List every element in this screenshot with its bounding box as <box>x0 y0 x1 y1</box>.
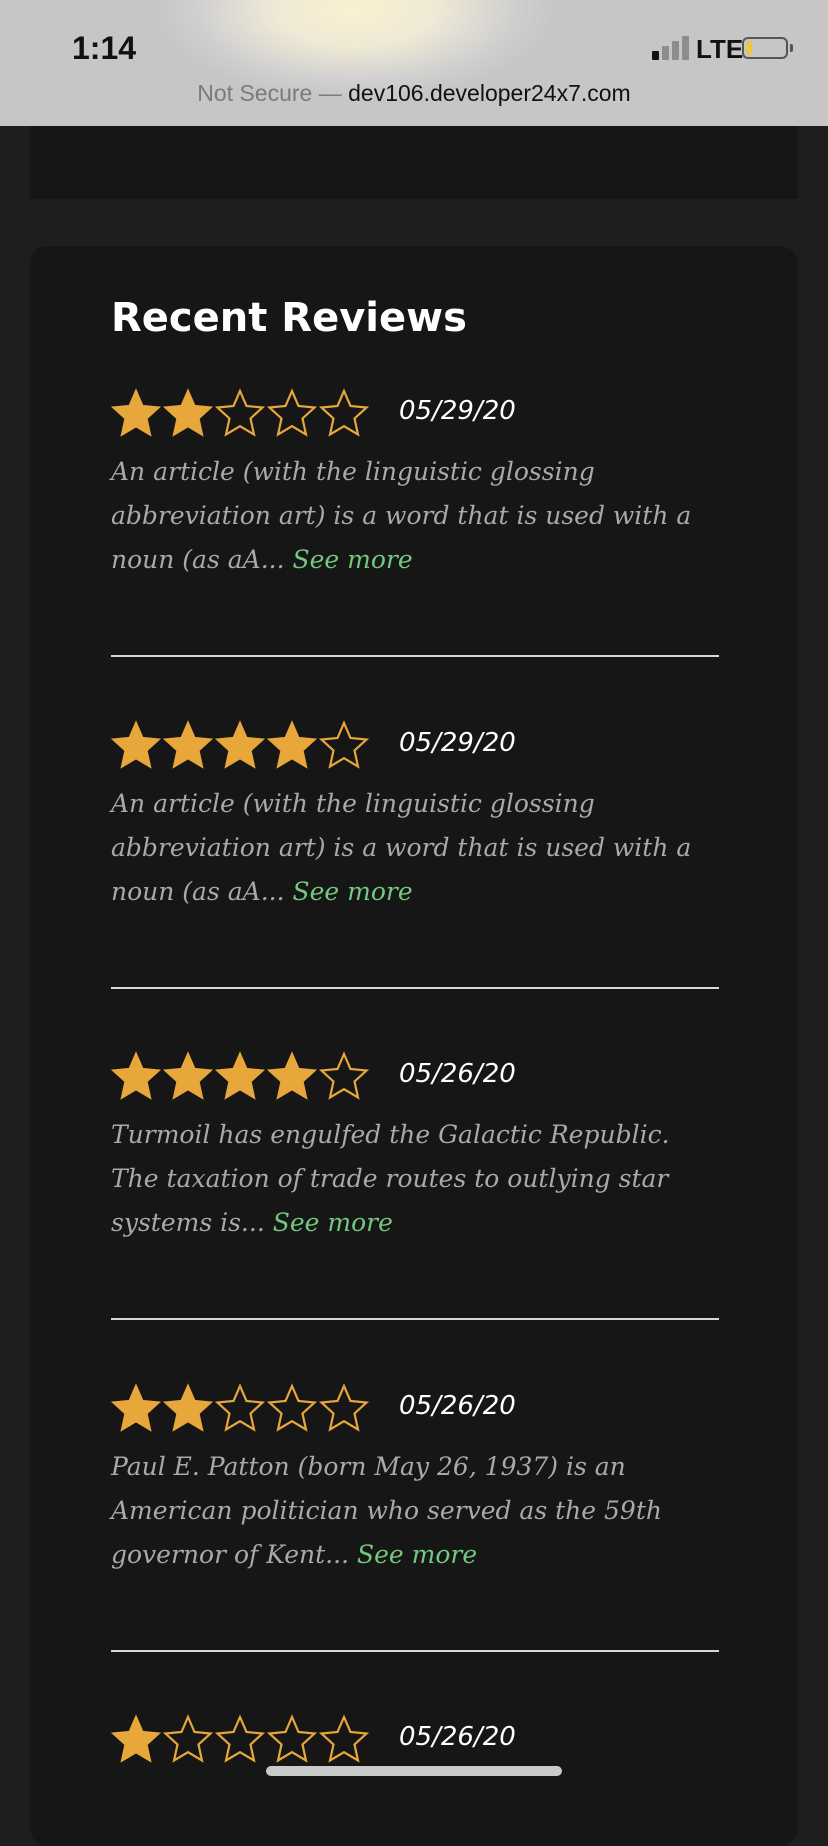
star-filled-icon <box>110 720 162 770</box>
see-more-link[interactable]: See more <box>273 1208 393 1237</box>
star-filled-icon <box>110 1051 162 1101</box>
battery-tip <box>790 44 793 52</box>
see-more-link[interactable]: See more <box>293 877 413 906</box>
review-text: Turmoil has engulfed the Galactic Republ… <box>111 1113 719 1245</box>
star-filled-icon <box>162 1051 214 1101</box>
review-text: An article (with the linguistic glossing… <box>111 450 719 582</box>
star-filled-icon <box>162 1383 214 1433</box>
security-label: Not Secure <box>197 80 313 106</box>
star-filled-icon <box>162 720 214 770</box>
review-divider <box>111 1318 719 1320</box>
star-empty-icon <box>162 1714 214 1764</box>
star-filled-icon <box>214 1051 266 1101</box>
star-empty-icon <box>318 1051 370 1101</box>
review-date: 05/26/20 <box>399 1391 516 1421</box>
review-date: 05/29/20 <box>399 728 516 758</box>
previous-card <box>30 126 798 199</box>
star-filled-icon <box>110 388 162 438</box>
see-more-link[interactable]: See more <box>357 1540 477 1569</box>
url-host: dev106.developer24x7.com <box>348 80 631 106</box>
star-empty-icon <box>318 1383 370 1433</box>
review-divider <box>111 655 719 657</box>
star-filled-icon <box>110 1383 162 1433</box>
star-filled-icon <box>266 720 318 770</box>
star-empty-icon <box>318 720 370 770</box>
star-filled-icon <box>162 388 214 438</box>
network-label: LTE <box>696 34 744 64</box>
home-indicator <box>266 1766 562 1776</box>
review-divider <box>111 1650 719 1652</box>
star-empty-icon <box>318 1714 370 1764</box>
star-empty-icon <box>318 388 370 438</box>
star-empty-icon <box>214 388 266 438</box>
star-empty-icon <box>266 388 318 438</box>
signal-icon <box>652 36 692 60</box>
address-bar[interactable]: Not Secure — dev106.developer24x7.com <box>0 80 828 107</box>
review-divider <box>111 987 719 989</box>
review-date: 05/26/20 <box>399 1059 516 1089</box>
star-filled-icon <box>214 720 266 770</box>
status-bar: 1:14 LTE Not Secure — dev106.developer24… <box>0 0 828 126</box>
url-separator: — <box>318 80 342 106</box>
review-date: 05/29/20 <box>399 396 516 426</box>
review-text: An article (with the linguistic glossing… <box>111 782 719 914</box>
star-empty-icon <box>214 1714 266 1764</box>
battery-icon <box>742 37 788 59</box>
review-date: 05/26/20 <box>399 1722 516 1752</box>
star-filled-icon <box>266 1051 318 1101</box>
star-empty-icon <box>266 1383 318 1433</box>
see-more-link[interactable]: See more <box>293 545 413 574</box>
star-empty-icon <box>214 1383 266 1433</box>
section-title: Recent Reviews <box>111 295 467 341</box>
star-filled-icon <box>110 1714 162 1764</box>
review-text: Paul E. Patton (born May 26, 1937) is an… <box>111 1445 719 1577</box>
star-empty-icon <box>266 1714 318 1764</box>
status-time: 1:14 <box>72 30 137 66</box>
